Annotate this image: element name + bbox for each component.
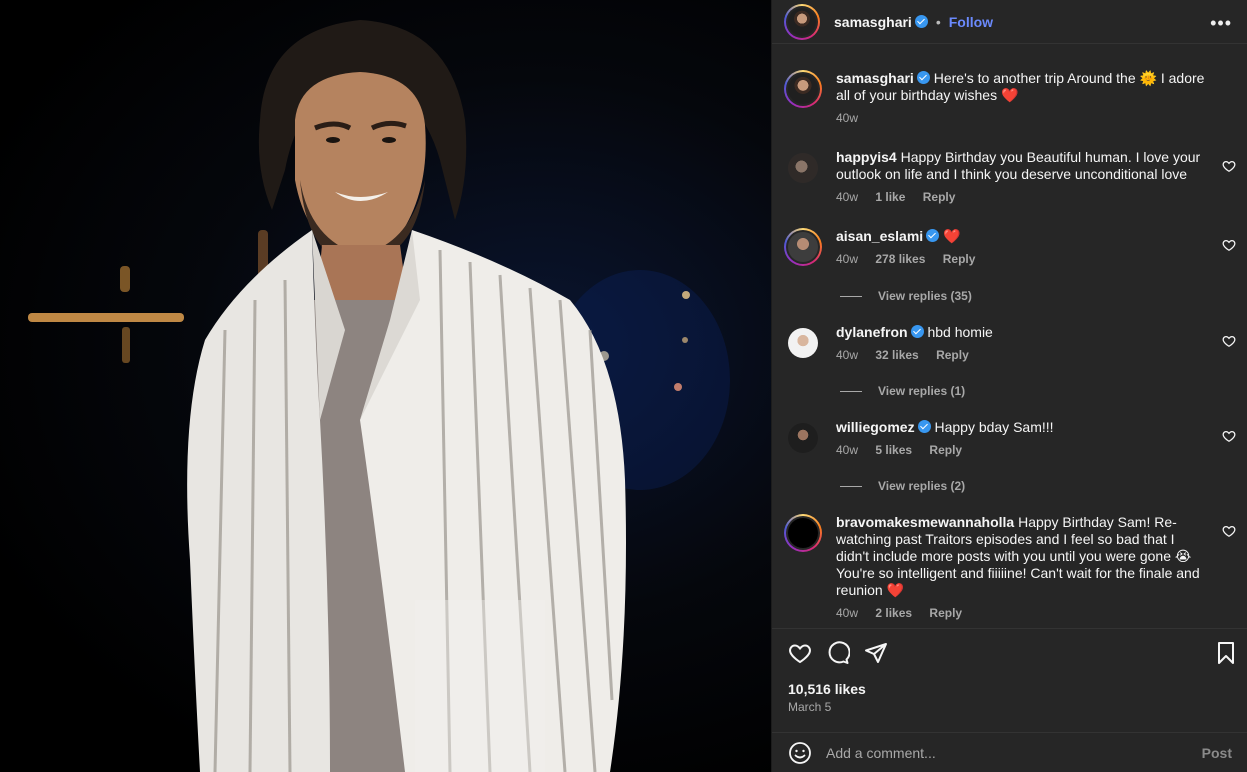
post-header: samasghari • Follow ••• [772, 0, 1247, 44]
comments-panel: samasghari • Follow ••• samasghari Here'… [771, 0, 1247, 772]
comment-composer: Post [772, 732, 1247, 772]
share-icon[interactable] [864, 641, 888, 665]
comment-age[interactable]: 40w [836, 443, 858, 457]
post-dialog: samasghari • Follow ••• samasghari Here'… [0, 0, 1247, 772]
comment-icon[interactable] [826, 641, 850, 665]
comment-age[interactable]: 40w [836, 190, 858, 204]
author-avatar[interactable] [784, 70, 822, 108]
comment-text: hbd homie [927, 324, 993, 340]
comment-username[interactable]: happyis4 [836, 149, 897, 165]
commenter-avatar[interactable] [784, 149, 822, 187]
reply-button[interactable]: Reply [929, 443, 962, 457]
separator-dot: • [935, 13, 941, 30]
verified-badge-icon [926, 229, 940, 242]
likes-count[interactable]: 10,516 likes [788, 681, 866, 697]
comment-likes[interactable]: 278 likes [875, 252, 925, 266]
like-comment-heart-icon[interactable] [1222, 238, 1236, 252]
comment-text: ❤️ [943, 228, 961, 244]
post-actions: 10,516 likes March 5 [772, 628, 1247, 732]
author-username[interactable]: samasghari [834, 14, 912, 30]
like-comment-heart-icon[interactable] [1222, 429, 1236, 443]
view-replies-button[interactable]: View replies (1) [840, 384, 965, 398]
like-comment-heart-icon[interactable] [1222, 334, 1236, 348]
verified-badge-icon [917, 420, 931, 433]
bravo-logo [788, 518, 818, 548]
comment-age[interactable]: 40w [836, 348, 858, 362]
reply-button[interactable]: Reply [929, 606, 962, 620]
commenter-avatar[interactable] [784, 419, 822, 457]
caption-age[interactable]: 40w [836, 111, 858, 125]
comment-likes[interactable]: 2 likes [875, 606, 912, 620]
like-comment-heart-icon[interactable] [1222, 524, 1236, 538]
more-icon[interactable]: ••• [1210, 13, 1232, 34]
verified-badge-icon [914, 15, 928, 28]
comments-list[interactable]: samasghari Here's to another trip Around… [772, 54, 1247, 628]
author-avatar[interactable] [784, 3, 820, 40]
comment-text: Happy bday Sam!!! [934, 419, 1054, 435]
emoji-icon[interactable] [788, 741, 812, 765]
post-comment-button[interactable]: Post [1202, 745, 1232, 761]
post-photo[interactable] [0, 0, 771, 772]
comment-likes[interactable]: 1 like [875, 190, 905, 204]
verified-badge-icon [916, 71, 930, 84]
reply-button[interactable]: Reply [923, 190, 956, 204]
comment-age[interactable]: 40w [836, 606, 858, 620]
view-replies-button[interactable]: View replies (2) [840, 479, 965, 493]
comment-username[interactable]: aisan_eslami [836, 228, 923, 244]
comment-input[interactable] [826, 744, 1202, 761]
comment-likes[interactable]: 5 likes [875, 443, 912, 457]
like-comment-heart-icon[interactable] [1222, 159, 1236, 173]
commenter-avatar[interactable] [784, 514, 822, 552]
verified-badge-icon [910, 325, 924, 338]
commenter-avatar[interactable] [784, 228, 822, 266]
portrait-image [28, 20, 730, 772]
comment-likes[interactable]: 32 likes [875, 348, 918, 362]
comment-username[interactable]: williegomez [836, 419, 915, 435]
caption-username[interactable]: samasghari [836, 70, 914, 86]
reply-button[interactable]: Reply [943, 252, 976, 266]
post-date[interactable]: March 5 [788, 700, 831, 714]
follow-button[interactable]: Follow [949, 14, 993, 30]
bookmark-icon[interactable] [1214, 641, 1238, 665]
comment-username[interactable]: dylanefron [836, 324, 908, 340]
comment-age[interactable]: 40w [836, 252, 858, 266]
heart-icon[interactable] [788, 641, 812, 665]
comment-username[interactable]: bravomakesmewannaholla [836, 514, 1014, 530]
reply-button[interactable]: Reply [936, 348, 969, 362]
view-replies-button[interactable]: View replies (35) [840, 289, 972, 303]
commenter-avatar[interactable] [784, 324, 822, 362]
